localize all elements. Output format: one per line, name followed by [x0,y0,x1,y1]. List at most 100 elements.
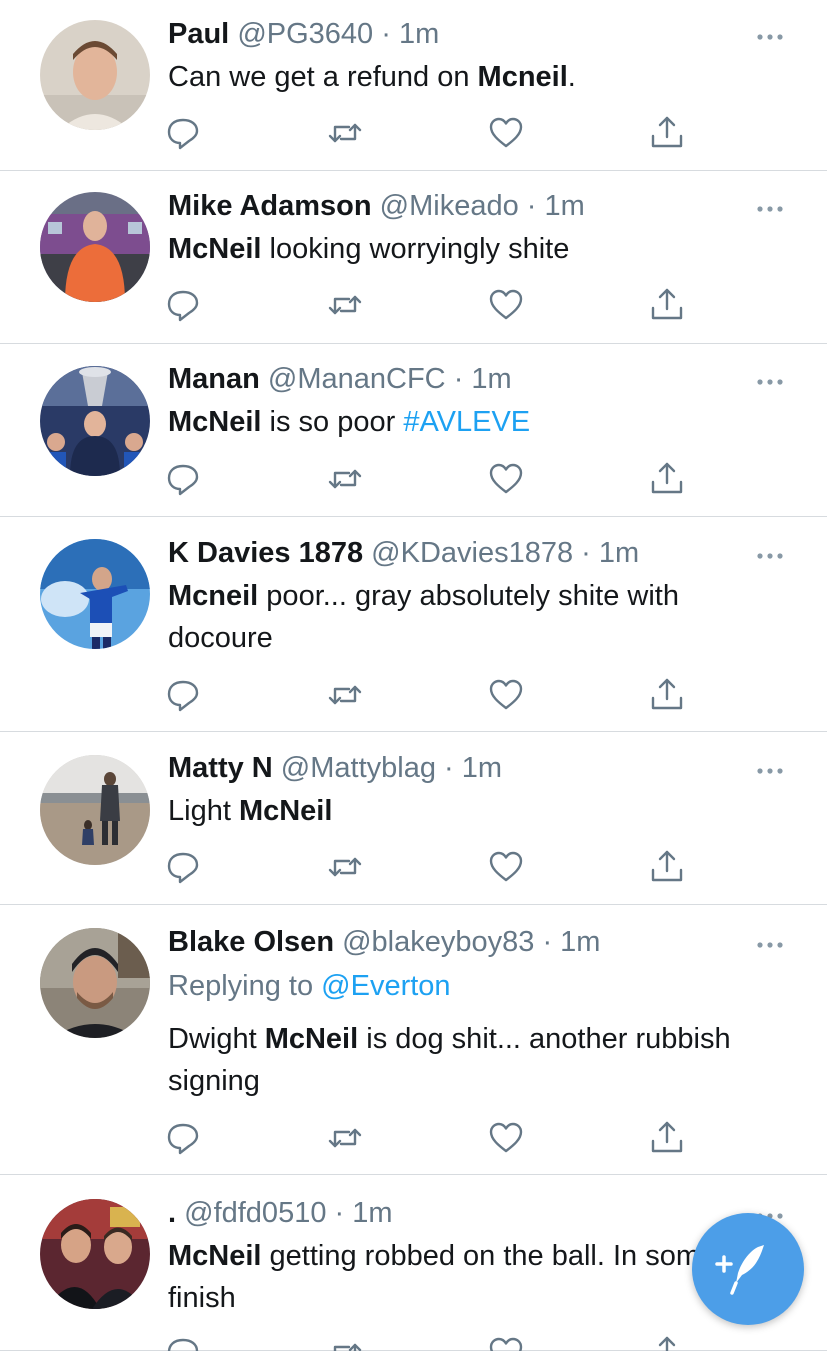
text-segment-bold: McNeil [238,795,333,827]
tweet[interactable]: Paul @PG3640 · 1m Can we get a refund on… [0,0,827,171]
user-name[interactable]: Paul [168,18,229,50]
retweet-icon[interactable] [327,115,363,151]
avatar[interactable] [40,366,150,476]
retweet-icon[interactable] [327,677,363,713]
reply-icon[interactable] [165,461,201,497]
user-handle[interactable]: @blakeyboy83 [342,926,534,958]
more-options-icon[interactable] [755,938,785,950]
tweet-actions [165,287,685,323]
like-icon[interactable] [488,849,524,885]
timestamp[interactable]: 1m [399,18,439,50]
tweet[interactable]: K Davies 1878 @KDavies1878 · 1m Mcneil p… [0,517,827,732]
user-handle[interactable]: @PG3640 [237,18,373,50]
tweet-header: . @fdfd0510 · 1m [168,1195,757,1231]
tweet[interactable]: Matty N @Mattyblag · 1m Light McNeil [0,732,827,905]
retweet-icon[interactable] [327,849,363,885]
compose-tweet-button[interactable] [692,1213,804,1325]
user-name[interactable]: Blake Olsen [168,926,334,958]
avatar[interactable] [40,539,150,649]
tweet-header: Manan @MananCFC · 1m [168,361,757,397]
more-options-icon[interactable] [755,202,785,214]
timestamp[interactable]: 1m [545,190,585,222]
reply-icon[interactable] [165,287,201,323]
tweet-actions [165,461,685,497]
share-icon[interactable] [649,1335,685,1351]
separator: · [453,363,464,395]
share-icon[interactable] [649,461,685,497]
text-segment-bold: McNeil [168,233,262,265]
reply-icon[interactable] [165,677,201,713]
hashtag-link[interactable]: #AVLEVE [403,406,530,438]
user-handle[interactable]: @Mattyblag [281,752,436,784]
user-name[interactable]: Mike Adamson [168,190,372,222]
tweet-actions [165,115,685,151]
avatar[interactable] [40,20,150,130]
avatar[interactable] [40,755,150,865]
user-handle[interactable]: @MananCFC [268,363,446,395]
compose-tweet-icon [692,1213,804,1325]
separator: · [581,537,591,569]
like-icon[interactable] [488,287,524,323]
share-icon[interactable] [649,287,685,323]
user-handle[interactable]: @Mikeado [380,190,519,222]
separator: · [526,190,537,222]
mention-link[interactable]: @Everton [321,970,450,1002]
tweet[interactable]: Mike Adamson @Mikeado · 1m McNeil lookin… [0,171,827,344]
more-options-icon[interactable] [755,30,785,42]
user-handle[interactable]: @KDavies1878 [371,537,573,569]
user-name[interactable]: Matty N [168,752,273,784]
user-name[interactable]: . [168,1197,176,1229]
reply-icon[interactable] [165,1120,201,1156]
replying-to-label: Replying to [168,970,322,1002]
more-options-icon[interactable] [755,549,785,561]
timestamp[interactable]: 1m [471,363,511,395]
text-segment-bold: Mcneil [168,580,259,612]
more-options-icon[interactable] [755,764,785,776]
retweet-icon[interactable] [327,1120,363,1156]
tweet-header: Paul @PG3640 · 1m [168,16,757,52]
share-icon[interactable] [649,115,685,151]
tweet-text: Light McNeil [168,790,757,832]
timestamp[interactable]: 1m [462,752,502,784]
tweet-text: McNeil is so poor #AVLEVE [168,401,757,443]
share-icon[interactable] [649,849,685,885]
retweet-icon[interactable] [327,1335,363,1351]
user-handle[interactable]: @fdfd0510 [184,1197,326,1229]
tweet[interactable]: Manan @MananCFC · 1m McNeil is so poor #… [0,344,827,517]
tweet-header: K Davies 1878 @KDavies1878 · 1m [168,535,757,571]
like-icon[interactable] [488,677,524,713]
separator: · [542,926,553,958]
timestamp[interactable]: 1m [352,1197,392,1229]
like-icon[interactable] [488,1335,524,1351]
tweet-header: Mike Adamson @Mikeado · 1m [168,188,757,224]
timestamp[interactable]: 1m [599,537,639,569]
tweet-header: Matty N @Mattyblag · 1m [168,750,757,786]
tweet-feed: Paul @PG3640 · 1m Can we get a refund on… [0,0,827,1351]
retweet-icon[interactable] [327,287,363,323]
tweet-text: McNeil looking worryingly shite [168,228,757,270]
reply-icon[interactable] [165,115,201,151]
more-options-icon[interactable] [755,375,785,387]
tweet-actions [165,1120,685,1156]
tweet[interactable]: Blake Olsen @blakeyboy83 · 1m Replying t… [0,905,827,1175]
user-name[interactable]: K Davies 1878 [168,537,363,569]
like-icon[interactable] [488,1120,524,1156]
like-icon[interactable] [488,461,524,497]
reply-icon[interactable] [165,849,201,885]
avatar[interactable] [40,192,150,302]
text-segment: Can we get a refund on [168,61,478,93]
avatar[interactable] [40,1199,150,1309]
timestamp[interactable]: 1m [560,926,600,958]
reply-icon[interactable] [165,1335,201,1351]
avatar[interactable] [40,928,150,1038]
text-segment: Dwight [168,1023,265,1055]
tweet-text: Dwight McNeil is dog shit... another rub… [168,1018,757,1102]
share-icon[interactable] [649,1120,685,1156]
like-icon[interactable] [488,115,524,151]
retweet-icon[interactable] [327,461,363,497]
text-segment-bold: Mcneil [477,61,568,93]
user-name[interactable]: Manan [168,363,260,395]
share-icon[interactable] [649,677,685,713]
replying-to: Replying to @Everton [168,968,757,1004]
tweet-actions [165,849,685,885]
